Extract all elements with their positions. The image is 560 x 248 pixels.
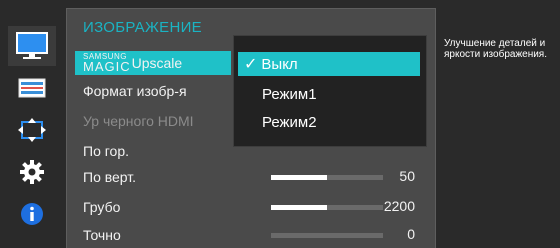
monitor-icon xyxy=(16,32,48,59)
help-description: Улучшение деталей и яркости изображения. xyxy=(444,38,547,60)
rail-item-picture[interactable] xyxy=(8,26,56,66)
upscale-options-dropdown: ✓ Выкл Режим1 Режим2 xyxy=(233,35,427,147)
option-label: Режим1 xyxy=(262,85,317,103)
samsung-magic-logo: SAMSUNG MAGIC xyxy=(83,52,131,74)
slider-fill xyxy=(271,175,327,180)
option-off[interactable]: ✓ Выкл xyxy=(238,52,420,76)
rail-item-information[interactable] xyxy=(8,194,56,234)
option-label: Выкл xyxy=(261,55,298,73)
fine-value: 0 xyxy=(407,226,415,242)
rail-item-system[interactable] xyxy=(8,152,56,192)
slider-fill xyxy=(271,205,327,210)
info-icon xyxy=(21,203,43,225)
menu-item-v-position[interactable]: По верт. 50 xyxy=(75,165,429,189)
option-mode1[interactable]: Режим1 xyxy=(238,82,420,106)
menu-item-magic-upscale[interactable]: SAMSUNG MAGIC Upscale xyxy=(75,51,231,75)
checkmark-icon: ✓ xyxy=(244,56,258,73)
menu-item-label: Грубо xyxy=(83,199,121,215)
position-arrows-icon xyxy=(18,118,46,142)
menu-item-label: По гор. xyxy=(83,143,129,159)
coarse-value: 2200 xyxy=(383,198,415,214)
osd-screen: ИЗОБРАЖЕНИЕ SAMSUNG MAGIC Upscale Формат… xyxy=(0,0,560,248)
menu-item-label: Точно xyxy=(83,227,121,243)
settings-panel-icon xyxy=(18,78,46,98)
menu-item-coarse[interactable]: Грубо 2200 xyxy=(75,195,429,219)
menu-item-label: Upscale xyxy=(131,55,183,71)
gear-icon xyxy=(20,160,44,184)
v-position-value: 50 xyxy=(399,168,415,184)
menu-item-label: По верт. xyxy=(83,169,137,185)
menu-item-fine[interactable]: Точно 0 xyxy=(75,223,429,247)
rail-item-onscreen-display[interactable] xyxy=(8,68,56,108)
menu-item-label: Формат изобр-я xyxy=(83,83,187,99)
picture-menu-panel: ИЗОБРАЖЕНИЕ SAMSUNG MAGIC Upscale Формат… xyxy=(66,8,436,248)
category-rail xyxy=(8,26,56,248)
menu-title: ИЗОБРАЖЕНИЕ xyxy=(83,19,202,36)
menu-item-label: Ур черного HDMI xyxy=(83,113,194,129)
option-label: Режим2 xyxy=(262,113,317,131)
option-mode2[interactable]: Режим2 xyxy=(238,110,420,134)
rail-item-position[interactable] xyxy=(8,110,56,150)
